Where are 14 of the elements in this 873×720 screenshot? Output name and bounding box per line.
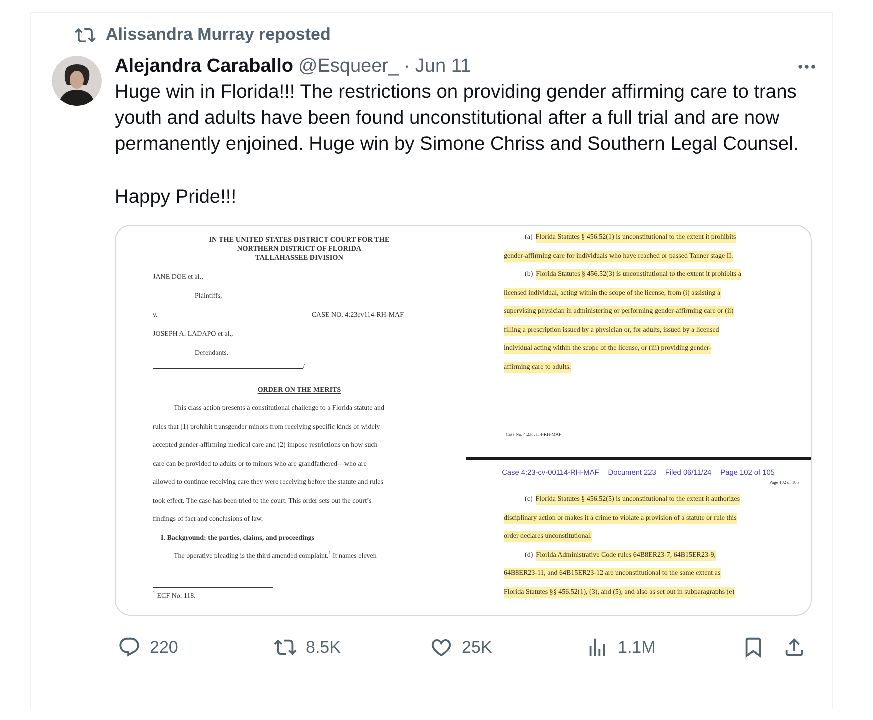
author-name[interactable]: Alejandra Caraballo [115,56,294,78]
reply-icon[interactable] [118,636,141,660]
like-count: 25K [462,638,492,658]
document-image[interactable] [115,224,812,616]
post-date[interactable]: Jun 11 [415,56,472,78]
avatar[interactable] [52,56,102,106]
repost-label: Alissandra Murray reposted [106,25,331,45]
author-handle[interactable]: @Esqueer_ [298,56,400,78]
reply-count: 220 [150,638,178,658]
post-text: Happy Pride!!! [115,186,238,210]
post-text: Huge win in Florida!!! The restrictions on providing gender affirming care to trans youth and adults have been found unconstitutional after a full trial and are now permanently enjoined. Huge win by Simone Chriss and Southern Legal Counsel. [115,81,800,158]
separator-dot: · [404,56,410,78]
views-count: 1.1M [618,638,656,658]
repost-count: 8.5K [306,638,341,658]
